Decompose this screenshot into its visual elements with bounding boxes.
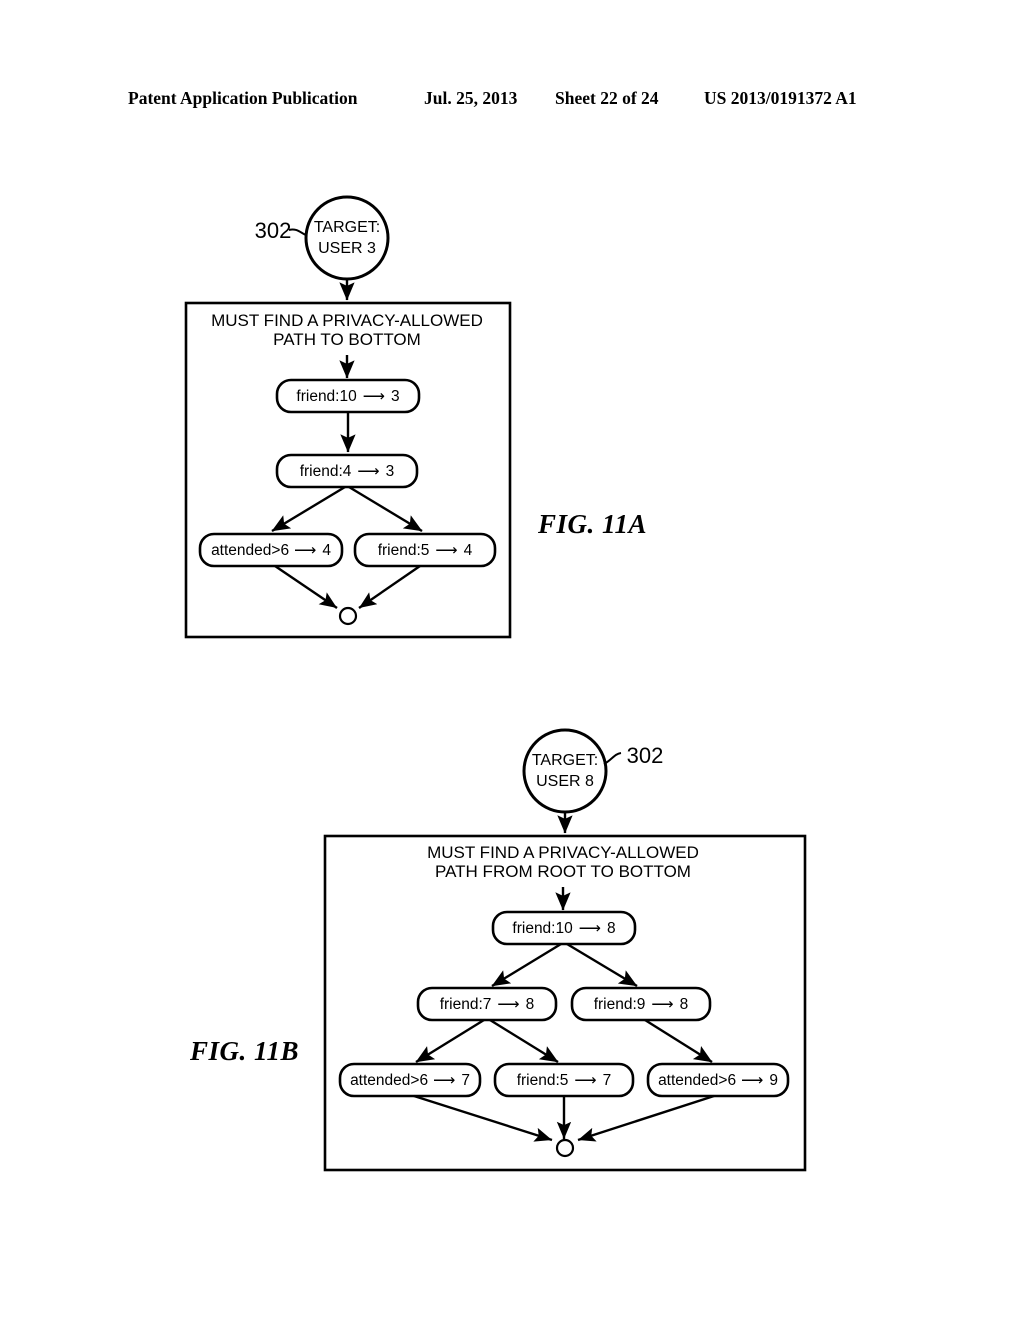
node-attended-6-4: attended>6 ⟶ 4: [198, 532, 344, 568]
target-label-line2-a: USER 3: [318, 240, 376, 257]
node-label: friend:10 ⟶ 8: [512, 920, 615, 937]
node-label: attended>6 ⟶ 4: [211, 542, 331, 559]
target-label-line2-b: USER 8: [536, 773, 594, 790]
target-node-circle-b: [522, 728, 608, 814]
target-label-line1-b: TARGET:: [532, 752, 598, 769]
node-friend-4-3: friend:4 ⟶ 3: [275, 453, 419, 489]
caption-line1-b: MUST FIND A PRIVACY-ALLOWED: [427, 843, 699, 862]
reference-numeral-302-a: 302: [255, 218, 292, 243]
target-label-line1-a: TARGET:: [314, 219, 380, 236]
caption-line1-a: MUST FIND A PRIVACY-ALLOWED: [211, 311, 483, 330]
node-friend-5-7: friend:5 ⟶ 7: [493, 1062, 635, 1098]
reference-numeral-302-b: 302: [627, 743, 664, 768]
terminal-node-b: [555, 1138, 575, 1158]
node-label: attended>6 ⟶ 9: [658, 1072, 778, 1089]
node-label: attended>6 ⟶ 7: [350, 1072, 470, 1089]
caption-line2-b: PATH FROM ROOT TO BOTTOM: [435, 862, 691, 881]
figure-11b: TARGET: USER 8 302 MUST FIND A PRIVACY-A…: [323, 728, 807, 1172]
node-friend-10-8: friend:10 ⟶ 8: [491, 910, 637, 946]
target-node-circle-a: [304, 195, 390, 281]
patent-page: Patent Application Publication Jul. 25, …: [0, 0, 1024, 1320]
node-attended-6-9: attended>6 ⟶ 9: [646, 1062, 790, 1098]
figure-11a: 302 TARGET: USER 3 MUST FIND A PRIVACY-A…: [184, 195, 512, 639]
node-attended-6-7: attended>6 ⟶ 7: [338, 1062, 482, 1098]
node-label: friend:10 ⟶ 3: [296, 388, 399, 405]
node-friend-9-8: friend:9 ⟶ 8: [570, 986, 712, 1022]
node-friend-10-3: friend:10 ⟶ 3: [275, 378, 421, 414]
node-friend-7-8: friend:7 ⟶ 8: [416, 986, 558, 1022]
terminal-node-a: [338, 606, 358, 626]
patent-figures-canvas: 302 TARGET: USER 3 MUST FIND A PRIVACY-A…: [184, 195, 807, 1172]
caption-line2-a: PATH TO BOTTOM: [273, 330, 421, 349]
leader-line-b: [603, 752, 622, 765]
node-friend-5-4: friend:5 ⟶ 4: [353, 532, 497, 568]
